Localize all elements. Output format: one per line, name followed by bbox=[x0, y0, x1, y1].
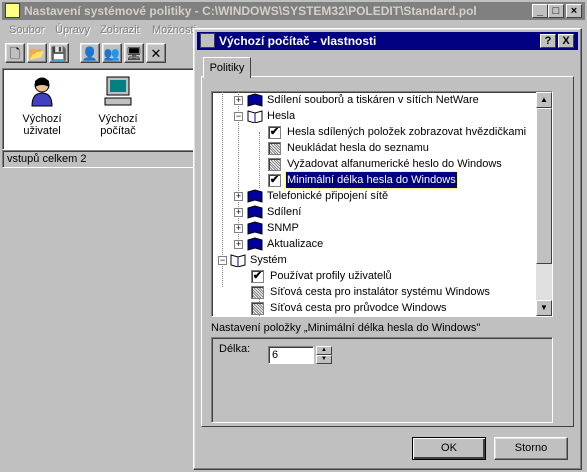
tree-item-hesla-hvezdicky[interactable]: ✔ Hesla sdílených položek zobrazovat hvě… bbox=[212, 124, 542, 140]
open-folder-icon[interactable]: 📂 bbox=[27, 43, 47, 63]
tree-item-label: Používat profily uživatelů bbox=[270, 270, 392, 282]
collapse-icon[interactable]: − bbox=[218, 256, 227, 265]
scroll-down-icon[interactable]: ▼ bbox=[536, 300, 552, 316]
tree-item-hesla[interactable]: − Hesla bbox=[212, 108, 532, 124]
tree-item-telefonicke[interactable]: + Telefonické připojení sítě bbox=[212, 188, 532, 204]
expand-icon[interactable]: + bbox=[234, 192, 243, 201]
tree-item-system[interactable]: − Systém bbox=[212, 252, 532, 268]
tree-item-pruvodce[interactable]: Síťová cesta pro průvodce Windows bbox=[212, 300, 532, 316]
settings-group: Délka: 6 ▲ ▼ bbox=[211, 337, 553, 423]
toolbar: 🗋 📂 💾 👤 👥 🖥 ✕ bbox=[2, 40, 202, 66]
default-user-label-2: uživatel bbox=[23, 125, 61, 137]
default-computer-label-2: počítač bbox=[100, 125, 136, 137]
tree-item-label: Sdílení bbox=[267, 206, 302, 218]
default-user-label-1: Výchozí bbox=[22, 113, 62, 125]
cancel-button[interactable]: Storno bbox=[494, 437, 568, 460]
tree-item-profily[interactable]: ✔ Používat profily uživatelů bbox=[212, 268, 532, 284]
length-spinner[interactable]: ▲ ▼ bbox=[316, 346, 332, 364]
expand-icon[interactable]: + bbox=[234, 208, 243, 217]
policy-tree[interactable]: + Sdílení souborů a tiskáren v sítích Ne… bbox=[211, 91, 553, 317]
length-input[interactable]: 6 bbox=[268, 346, 314, 364]
maximize-button[interactable]: □ bbox=[548, 4, 564, 18]
tree-item-sdileni[interactable]: + Sdílení bbox=[212, 204, 532, 220]
status-bar: vstupů celkem 2 bbox=[2, 150, 202, 168]
save-icon[interactable]: 💾 bbox=[49, 43, 69, 63]
expand-icon[interactable]: + bbox=[234, 224, 243, 233]
expand-icon[interactable]: + bbox=[234, 96, 243, 105]
tree-item-label: Neukládat hesla do seznamu bbox=[287, 142, 429, 154]
main-titlebar[interactable]: Nastavení systémové politiky - C:\WINDOW… bbox=[2, 2, 585, 20]
menu-zobrazit[interactable]: Zobrazit bbox=[100, 24, 140, 36]
settings-group-label: Nastavení položky „Minimální délka hesla… bbox=[211, 322, 481, 334]
policy-checkbox[interactable]: ✔ bbox=[268, 174, 281, 187]
dialog-computer-icon bbox=[200, 33, 215, 48]
spin-down-icon[interactable]: ▼ bbox=[316, 355, 332, 364]
book-icon bbox=[247, 205, 263, 219]
expand-icon[interactable]: + bbox=[234, 240, 243, 249]
tree-item-label: Síťová cesta pro průvodce Windows bbox=[270, 302, 447, 314]
policy-checkbox[interactable] bbox=[251, 302, 264, 315]
tree-item-neukladat-hesla[interactable]: Neukládat hesla do seznamu bbox=[212, 140, 532, 156]
computer-icon bbox=[102, 75, 134, 107]
ok-button[interactable]: OK bbox=[412, 437, 486, 460]
policy-list-pane: Výchozí uživatel Výchozí počítač bbox=[2, 68, 200, 150]
tree-item-snmp[interactable]: + SNMP bbox=[212, 220, 532, 236]
tree-item-label: Minimální délka hesla do Windows bbox=[285, 171, 458, 189]
policy-editor-app-icon bbox=[5, 3, 20, 18]
scroll-thumb[interactable] bbox=[536, 108, 552, 264]
tree-item-label: Hesla sdílených položek zobrazovat hvězd… bbox=[287, 126, 527, 138]
policy-checkbox[interactable] bbox=[251, 286, 264, 299]
tree-item-label: Aktualizace bbox=[267, 238, 324, 250]
open-book-icon bbox=[247, 110, 263, 123]
dialog-title: Výchozí počítač - vlastnosti bbox=[219, 34, 377, 48]
policy-checkbox[interactable]: ✔ bbox=[251, 270, 264, 283]
properties-dialog: Výchozí počítač - vlastnosti ? X Politik… bbox=[193, 28, 582, 470]
policy-checkbox[interactable] bbox=[268, 158, 281, 171]
user-icon bbox=[26, 75, 58, 107]
add-user-icon[interactable]: 👤 bbox=[80, 43, 100, 63]
tree-item-label: Hesla bbox=[267, 110, 296, 122]
add-group-icon[interactable]: 👥 bbox=[102, 43, 122, 63]
tree-item-label: Sdílení souborů a tiskáren v sítích NetW… bbox=[267, 94, 479, 106]
help-button[interactable]: ? bbox=[540, 34, 556, 48]
dialog-close-button[interactable]: X bbox=[558, 34, 574, 48]
default-computer-item[interactable]: Výchozí počítač bbox=[83, 75, 153, 137]
book-icon bbox=[247, 221, 263, 235]
length-label: Délka: bbox=[219, 343, 251, 355]
minimize-button[interactable]: _ bbox=[532, 4, 548, 18]
book-icon bbox=[247, 93, 263, 107]
spin-up-icon[interactable]: ▲ bbox=[316, 346, 332, 355]
menu-upravy[interactable]: Úpravy bbox=[55, 24, 90, 36]
book-icon bbox=[247, 189, 263, 203]
add-computer-icon[interactable]: 🖥 bbox=[124, 43, 144, 63]
dialog-titlebar[interactable]: Výchozí počítač - vlastnosti ? X bbox=[197, 32, 578, 50]
policy-checkbox[interactable] bbox=[268, 142, 281, 155]
tree-item-minimalni-delka[interactable]: ✔ Minimální délka hesla do Windows bbox=[212, 171, 532, 189]
tab-politiky[interactable]: Politiky bbox=[203, 57, 251, 78]
tree-item-label: SNMP bbox=[267, 222, 299, 234]
tree-item-label: Telefonické připojení sítě bbox=[267, 190, 389, 202]
collapse-icon[interactable]: − bbox=[234, 112, 243, 121]
tree-item-aktualizace[interactable]: + Aktualizace bbox=[212, 236, 532, 252]
delete-icon[interactable]: ✕ bbox=[146, 43, 166, 63]
tree-item-alfanumericke-heslo[interactable]: Vyžadovat alfanumerické heslo do Windows bbox=[212, 156, 532, 172]
tree-item-netware[interactable]: + Sdílení souborů a tiskáren v sítích Ne… bbox=[212, 92, 532, 108]
new-file-icon[interactable]: 🗋 bbox=[5, 43, 25, 63]
tree-item-label: Vyžadovat alfanumerické heslo do Windows bbox=[287, 158, 502, 170]
tree-item-label: Síťová cesta pro instalátor systému Wind… bbox=[270, 286, 490, 298]
scroll-up-icon[interactable]: ▲ bbox=[536, 92, 552, 108]
main-close-button[interactable]: × bbox=[566, 4, 582, 18]
menu-moznosti[interactable]: Možnosti bbox=[152, 24, 196, 36]
main-window-title: Nastavení systémové politiky - C:\WINDOW… bbox=[24, 4, 477, 18]
book-icon bbox=[247, 237, 263, 251]
tree-item-instalator[interactable]: Síťová cesta pro instalátor systému Wind… bbox=[212, 284, 532, 300]
default-computer-label-1: Výchozí bbox=[98, 113, 138, 125]
policy-checkbox[interactable]: ✔ bbox=[268, 126, 281, 139]
open-book-icon bbox=[230, 254, 246, 267]
tree-scrollbar[interactable]: ▲ ▼ bbox=[536, 92, 552, 316]
menu-soubor[interactable]: Soubor bbox=[9, 24, 44, 36]
tree-item-label: Systém bbox=[250, 254, 287, 266]
default-user-item[interactable]: Výchozí uživatel bbox=[7, 75, 77, 137]
